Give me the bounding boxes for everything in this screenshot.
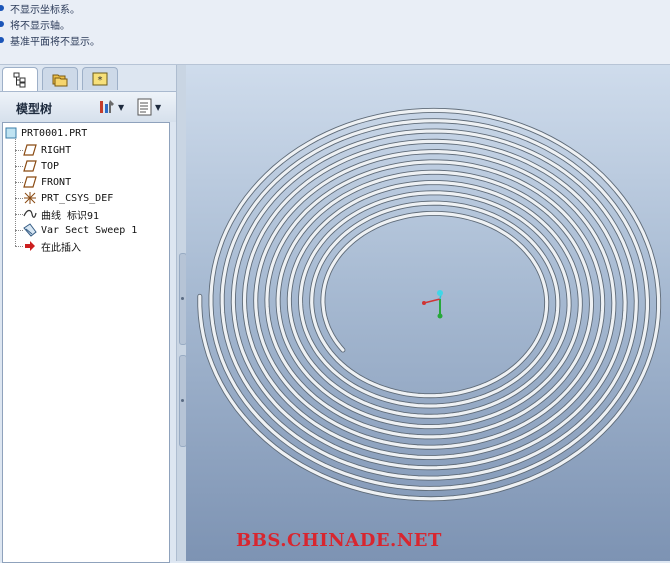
- watermark-text: BBS.CHINADE.NET: [236, 530, 442, 551]
- tree-connector: [15, 166, 23, 167]
- grip-icon: [181, 399, 184, 402]
- tree-connector: [15, 150, 23, 151]
- model-tree: PRT0001.PRT RIGHT TOP FRONT PRT_CSYS_DEF…: [2, 122, 170, 563]
- message-text: 基准平面将不显示。: [10, 36, 100, 48]
- tree-item-label: PRT_CSYS_DEF: [41, 192, 114, 204]
- panel-title: 模型树: [16, 102, 53, 116]
- tree-item-csys[interactable]: PRT_CSYS_DEF: [23, 190, 113, 206]
- spiral-model: [197, 107, 662, 502]
- message-bullet-icon: [0, 37, 4, 43]
- tree-show-icon: [137, 98, 152, 116]
- tab-favorites[interactable]: *: [82, 67, 118, 90]
- tab-model-tree[interactable]: [2, 67, 38, 92]
- tree-item-label: Var Sect Sweep 1: [41, 224, 138, 236]
- message-bullet-icon: [0, 5, 4, 11]
- folder-browser-tab-icon: [52, 74, 68, 87]
- svg-text:*: *: [98, 75, 103, 86]
- sweep-icon: [23, 223, 37, 237]
- message-text: 不显示坐标系。: [10, 4, 80, 16]
- favorites-tab-icon: *: [92, 72, 108, 86]
- navigator-panel: * 模型树 ▼ ▼ PRT0001.PRT RIGHT TOP FRONT PR…: [0, 65, 176, 563]
- message-line: 基准平面将不显示。: [0, 32, 100, 48]
- model-tree-header: 模型树 ▼ ▼: [0, 91, 176, 122]
- csys-triad-icon: [422, 290, 443, 319]
- tree-item-label: TOP: [41, 160, 60, 172]
- csys-icon: [24, 192, 36, 204]
- tree-connector: [15, 198, 23, 199]
- tree-settings-icon: [100, 100, 114, 113]
- tree-item-label: FRONT: [41, 176, 72, 188]
- tree-item-label: PRT0001.PRT: [21, 127, 88, 139]
- tree-item-sweep[interactable]: Var Sect Sweep 1: [23, 222, 137, 238]
- chevron-down-icon: ▼: [155, 102, 162, 112]
- part-icon: [5, 127, 17, 139]
- tree-show-button[interactable]: ▼: [137, 97, 161, 117]
- graphics-viewport[interactable]: BBS.CHINADE.NET: [186, 65, 670, 561]
- tree-item-root[interactable]: PRT0001.PRT: [5, 125, 87, 141]
- tree-connector: [15, 182, 23, 183]
- tree-item-label: RIGHT: [41, 144, 72, 156]
- tree-connector: [15, 246, 23, 247]
- tree-item-label: 在此插入: [41, 242, 81, 254]
- datum-plane-icon: [23, 160, 37, 172]
- tree-item-label: 曲线 标识91: [41, 210, 100, 222]
- chevron-down-icon: ▼: [118, 102, 125, 112]
- model-tree-tab-icon: [13, 72, 26, 88]
- insert-here-icon: [25, 241, 35, 251]
- message-line: 将不显示轴。: [0, 16, 70, 32]
- tree-connector: [15, 214, 23, 215]
- tree-settings-button[interactable]: ▼: [98, 97, 124, 117]
- tree-item-right[interactable]: RIGHT: [23, 142, 71, 158]
- grip-icon: [181, 297, 184, 300]
- message-bullet-icon: [0, 21, 4, 27]
- tree-item-front[interactable]: FRONT: [23, 174, 71, 190]
- tree-item-curve[interactable]: 曲线 标识91: [23, 206, 99, 222]
- datum-plane-icon: [23, 144, 37, 156]
- message-area: 不显示坐标系。 将不显示轴。 基准平面将不显示。: [0, 0, 670, 65]
- datum-plane-icon: [23, 176, 37, 188]
- message-text: 将不显示轴。: [10, 20, 70, 32]
- tab-folder-browser[interactable]: [42, 67, 78, 90]
- message-line: 不显示坐标系。: [0, 0, 80, 16]
- tree-item-insert-here[interactable]: 在此插入: [23, 238, 81, 254]
- tree-item-top[interactable]: TOP: [23, 158, 59, 174]
- navigator-tabs: *: [0, 67, 176, 92]
- tree-connector: [15, 230, 23, 231]
- curve-icon: [23, 209, 37, 218]
